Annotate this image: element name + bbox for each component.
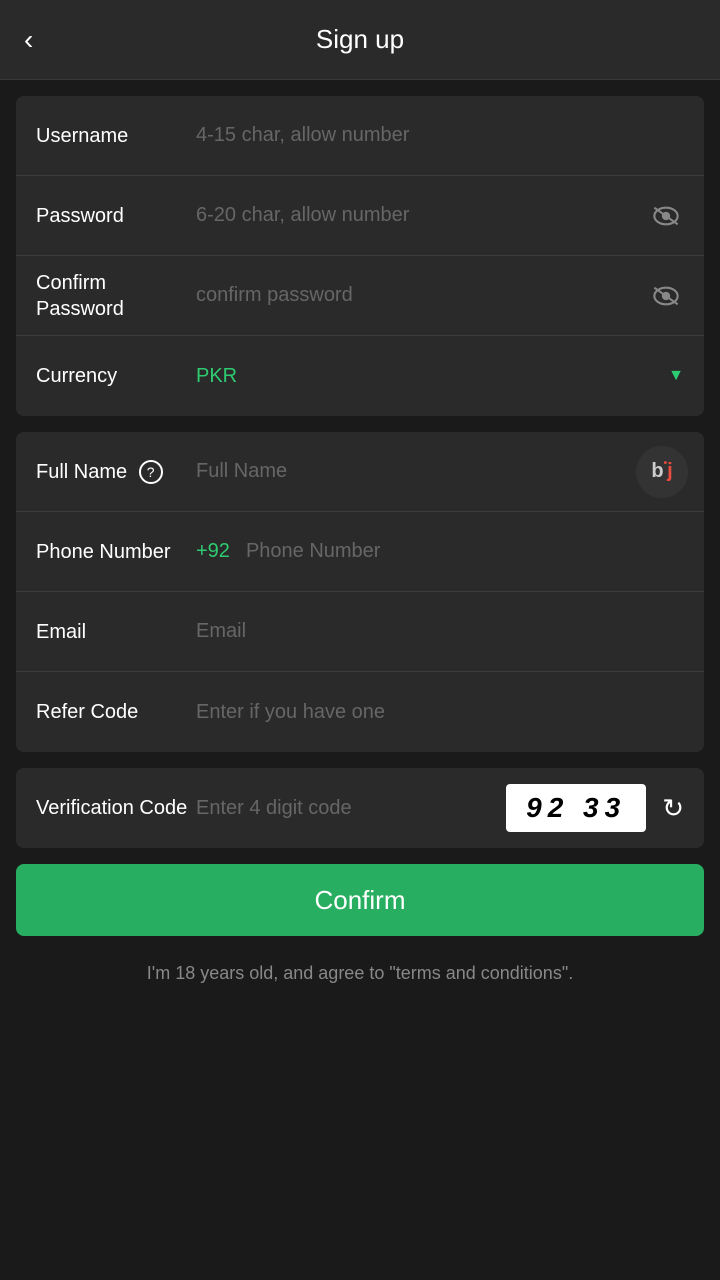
captcha-image: 92 33 xyxy=(506,784,646,832)
terms-text: I'm 18 years old, and agree to "terms an… xyxy=(0,944,720,1003)
phone-number-row: Phone Number +92 Phone Number xyxy=(16,512,704,592)
refer-code-label: Refer Code xyxy=(36,699,196,725)
captcha-refresh-button[interactable]: ↻ xyxy=(662,793,684,824)
currency-label: Currency xyxy=(36,363,196,389)
verification-code-input[interactable]: Enter 4 digit code xyxy=(196,797,494,820)
full-name-input[interactable]: Full Name xyxy=(196,460,684,483)
password-placeholder: 6-20 char, allow number xyxy=(196,204,409,227)
password-input[interactable]: 6-20 char, allow number xyxy=(196,204,684,227)
full-name-row: Full Name ? Full Name b•j xyxy=(16,432,704,512)
bj-letter-b: b xyxy=(651,460,663,483)
username-row: Username 4-15 char, allow number xyxy=(16,96,704,176)
email-input[interactable]: Email xyxy=(196,620,684,643)
refer-code-input[interactable]: Enter if you have one xyxy=(196,701,684,724)
refer-code-row: Refer Code Enter if you have one xyxy=(16,672,704,752)
confirm-password-placeholder: confirm password xyxy=(196,284,353,307)
username-input[interactable]: 4-15 char, allow number xyxy=(196,124,684,147)
password-row: Password 6-20 char, allow number xyxy=(16,176,704,256)
phone-prefix: +92 xyxy=(196,540,230,563)
full-name-placeholder: Full Name xyxy=(196,460,287,483)
confirm-password-input[interactable]: confirm password xyxy=(196,284,684,307)
header: ‹ Sign up xyxy=(0,0,720,80)
password-toggle-button[interactable] xyxy=(648,198,684,234)
email-row: Email Email xyxy=(16,592,704,672)
currency-value: PKR xyxy=(196,365,237,388)
currency-selector[interactable]: PKR xyxy=(196,365,684,388)
bj-logo: b•j xyxy=(636,446,688,498)
verification-code-placeholder: Enter 4 digit code xyxy=(196,797,352,820)
confirm-password-label: Confirm Password xyxy=(36,270,196,322)
phone-number-placeholder: Phone Number xyxy=(246,540,381,563)
currency-row: Currency PKR ▼ xyxy=(16,336,704,416)
confirm-button[interactable]: Confirm xyxy=(16,864,704,936)
bj-letter-j: j xyxy=(667,460,673,483)
confirm-password-row: Confirm Password confirm password xyxy=(16,256,704,336)
verification-section: Verification Code Enter 4 digit code 92 … xyxy=(16,768,704,848)
username-placeholder: 4-15 char, allow number xyxy=(196,124,409,147)
confirm-password-toggle-button[interactable] xyxy=(648,278,684,314)
verification-code-row: Verification Code Enter 4 digit code 92 … xyxy=(16,768,704,848)
password-label: Password xyxy=(36,203,196,229)
phone-number-input[interactable]: +92 Phone Number xyxy=(196,540,684,563)
email-label: Email xyxy=(36,619,196,645)
personal-section: Full Name ? Full Name b•j Phone Number +… xyxy=(16,432,704,752)
page-title: Sign up xyxy=(316,24,404,55)
full-name-help-icon[interactable]: ? xyxy=(139,460,163,484)
account-section: Username 4-15 char, allow number Passwor… xyxy=(16,96,704,416)
full-name-label: Full Name ? xyxy=(36,459,196,485)
verification-code-label: Verification Code xyxy=(36,795,196,821)
bj-dot: • xyxy=(664,458,668,469)
username-label: Username xyxy=(36,123,196,149)
email-placeholder: Email xyxy=(196,620,246,643)
phone-number-label: Phone Number xyxy=(36,539,196,565)
refer-code-placeholder: Enter if you have one xyxy=(196,701,385,724)
currency-dropdown-icon[interactable]: ▼ xyxy=(668,367,684,385)
back-button[interactable]: ‹ xyxy=(24,24,33,56)
